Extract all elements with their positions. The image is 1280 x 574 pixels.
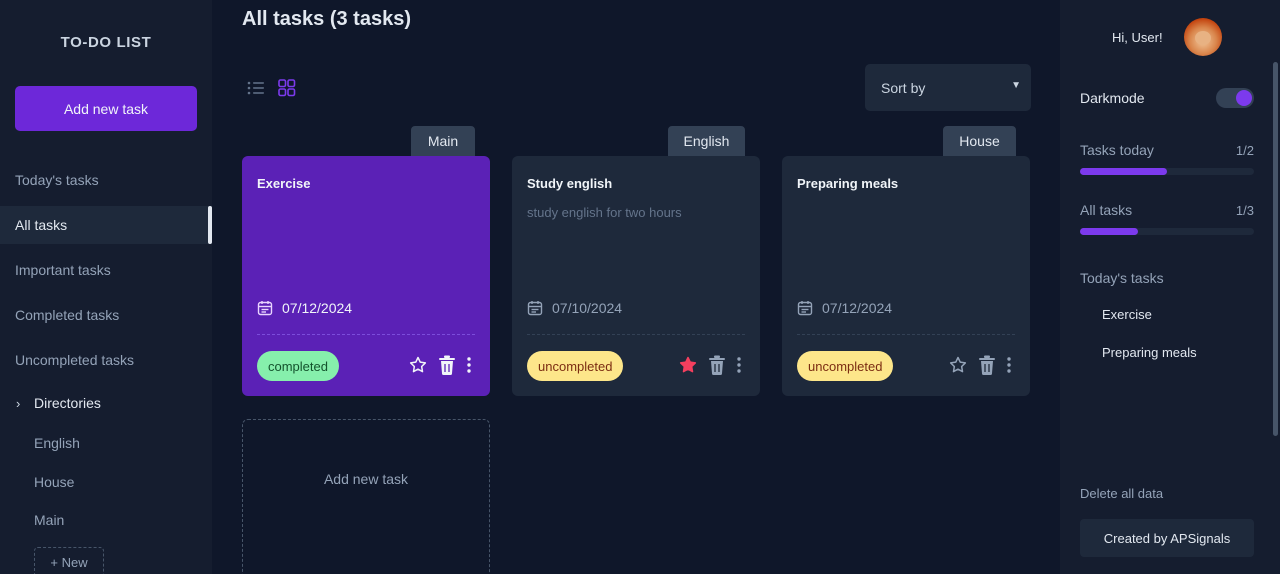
directory-english[interactable]: English [34, 435, 80, 451]
star-filled-icon[interactable] [678, 355, 698, 375]
star-icon[interactable] [408, 355, 428, 375]
task-date: 07/12/2024 [257, 300, 352, 316]
card-tag-english[interactable]: English [668, 126, 745, 156]
task-date-text: 07/12/2024 [822, 300, 893, 316]
status-badge[interactable]: uncompleted [527, 351, 624, 381]
add-task-button[interactable]: Add new task [15, 86, 197, 131]
directories-label: Directories [34, 395, 101, 411]
greeting: Hi, User! [1112, 30, 1163, 45]
task-date-text: 07/10/2024 [552, 300, 623, 316]
darkmode-label: Darkmode [1080, 90, 1145, 106]
directory-main[interactable]: Main [34, 512, 64, 528]
progress-fill [1080, 168, 1167, 175]
list-view-icon[interactable] [246, 79, 266, 97]
trash-icon[interactable] [708, 355, 726, 375]
task-date: 07/12/2024 [797, 300, 892, 316]
task-card[interactable]: Study english study english for two hour… [512, 156, 760, 396]
nav-all-tasks[interactable]: All tasks [0, 206, 212, 244]
chevron-right-icon: › [16, 395, 21, 411]
star-icon[interactable] [948, 355, 968, 375]
all-tasks-label: All tasks [1080, 202, 1133, 218]
task-actions [408, 355, 472, 375]
chevron-down-icon: ▼ [1011, 80, 1021, 91]
divider [257, 334, 475, 335]
nav-important-tasks[interactable]: Important tasks [0, 251, 212, 289]
calendar-icon [257, 301, 273, 316]
trash-icon[interactable] [978, 355, 996, 375]
more-options-icon[interactable] [1006, 356, 1012, 374]
all-tasks-progress [1080, 228, 1254, 235]
todays-task-item[interactable]: Exercise [1102, 307, 1152, 322]
page-title: All tasks (3 tasks) [242, 8, 411, 30]
calendar-icon [527, 301, 543, 316]
app-title: TO-DO LIST [60, 34, 152, 51]
grid-view-icon[interactable] [277, 79, 297, 97]
tasks-today-label: Tasks today [1080, 142, 1154, 158]
task-title: Study english [527, 176, 613, 191]
status-badge[interactable]: uncompleted [797, 351, 894, 381]
nav-uncompleted-tasks[interactable]: Uncompleted tasks [0, 341, 212, 379]
avatar[interactable] [1184, 18, 1222, 56]
todays-tasks-heading: Today's tasks [1080, 270, 1164, 286]
toggle-knob [1236, 90, 1252, 106]
nav-todays-tasks[interactable]: Today's tasks [0, 161, 212, 199]
scrollbar[interactable] [1273, 62, 1278, 436]
right-panel: Hi, User! Darkmode Tasks today 1/2 All t… [1060, 0, 1280, 574]
new-directory-button[interactable]: + New [34, 547, 104, 574]
divider [797, 334, 1015, 335]
add-task-card-label: Add new task [323, 471, 409, 487]
more-options-icon[interactable] [736, 356, 742, 374]
card-tag-main[interactable]: Main [411, 126, 475, 156]
task-title: Exercise [257, 176, 311, 191]
card-tag-house[interactable]: House [943, 126, 1016, 156]
task-date-text: 07/12/2024 [282, 300, 353, 316]
delete-all-data-link[interactable]: Delete all data [1080, 486, 1163, 501]
created-by-button[interactable]: Created by APSignals [1080, 519, 1254, 557]
status-badge[interactable]: completed [257, 351, 339, 381]
task-description: study english for two hours [527, 205, 682, 220]
more-options-icon[interactable] [466, 356, 472, 374]
directory-house[interactable]: House [34, 474, 74, 490]
progress-fill [1080, 228, 1138, 235]
divider [527, 334, 745, 335]
darkmode-toggle[interactable] [1216, 88, 1254, 108]
sort-label: Sort by [881, 79, 926, 96]
todays-task-item[interactable]: Preparing meals [1102, 345, 1197, 360]
task-actions [948, 355, 1012, 375]
task-actions [678, 355, 742, 375]
task-card[interactable]: Exercise 07/12/2024 completed [242, 156, 490, 396]
all-tasks-count: 1/3 [1235, 203, 1254, 218]
tasks-today-progress [1080, 168, 1254, 175]
directories-toggle[interactable]: › Directories [16, 395, 101, 411]
task-card[interactable]: Preparing meals 07/12/2024 uncompleted [782, 156, 1030, 396]
task-date: 07/10/2024 [527, 300, 622, 316]
calendar-icon [797, 301, 813, 316]
sort-select[interactable]: Sort by ▼ [865, 64, 1031, 111]
trash-icon[interactable] [438, 355, 456, 375]
sidebar: TO-DO LIST Add new task Today's tasks Al… [0, 0, 212, 574]
task-title: Preparing meals [797, 176, 899, 191]
tasks-today-count: 1/2 [1235, 143, 1254, 158]
add-task-card[interactable]: Add new task [242, 419, 490, 574]
nav-completed-tasks[interactable]: Completed tasks [0, 296, 212, 334]
